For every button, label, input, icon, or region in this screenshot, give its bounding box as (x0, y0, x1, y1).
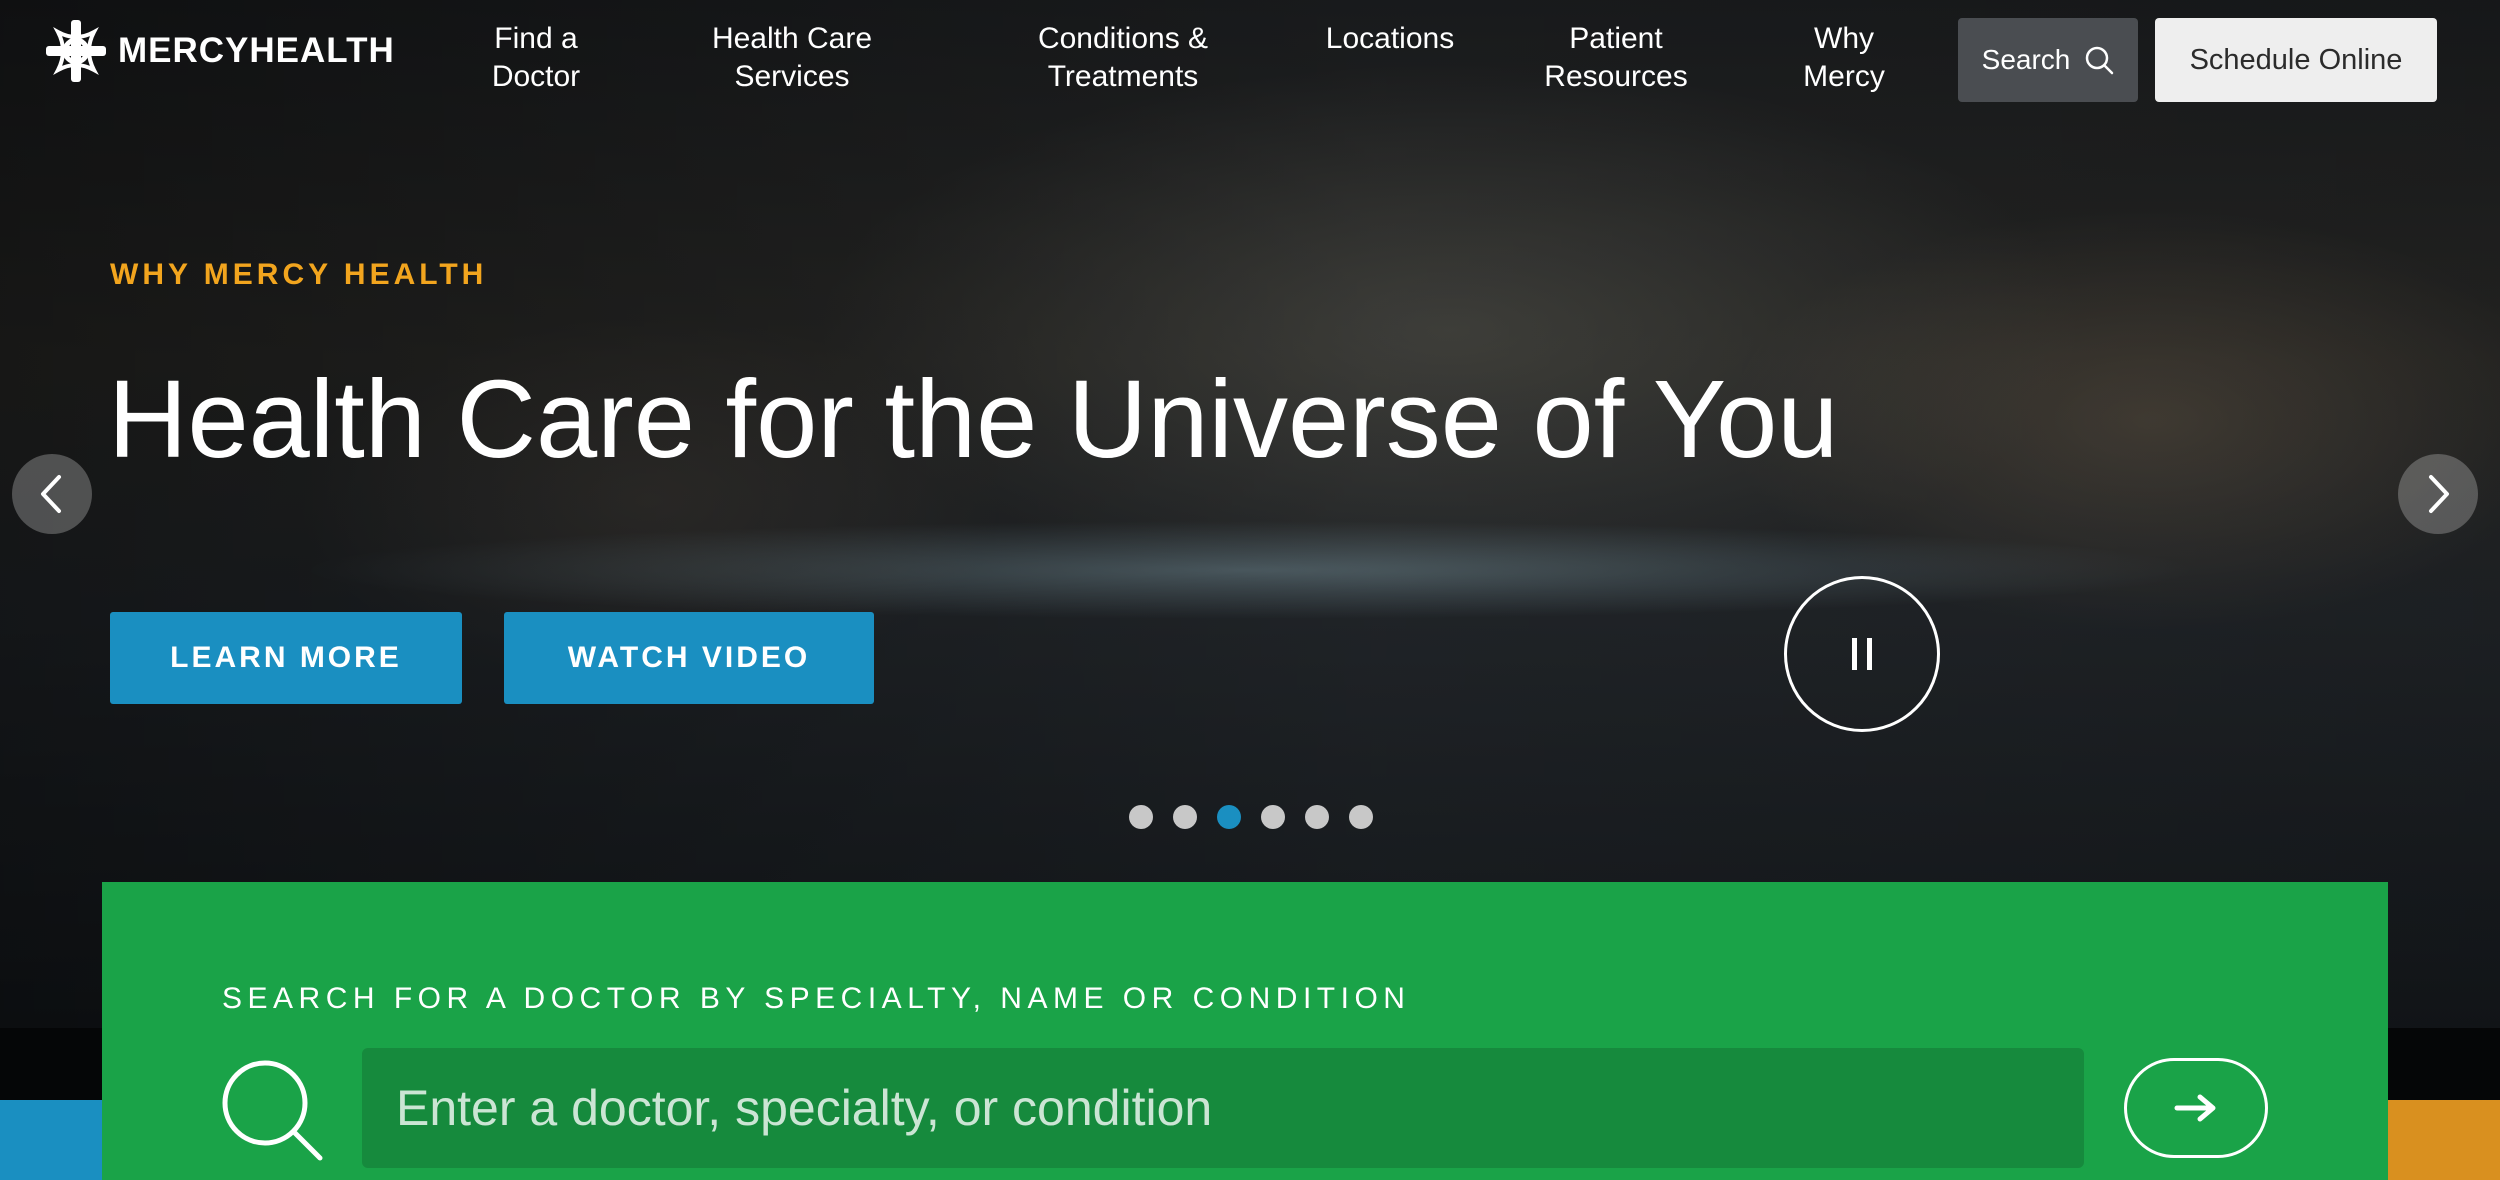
carousel-dot-3[interactable] (1217, 805, 1241, 829)
magnifier-icon (222, 1060, 323, 1161)
nav-locations-line1: Locations (1325, 22, 1455, 55)
carousel-dot-5[interactable] (1305, 805, 1329, 829)
carousel-dot-2[interactable] (1173, 805, 1197, 829)
carousel-prev-button[interactable] (12, 454, 92, 534)
nav-conditions-treatments-line2: Treatments (1047, 60, 1199, 93)
header-search-button[interactable]: Search (1958, 18, 2138, 102)
nav-patient-resources[interactable]: Patient Resources (1528, 20, 1704, 96)
carousel-dots (1129, 805, 1373, 829)
nav-why-mercy[interactable]: Why Mercy (1784, 20, 1904, 96)
carousel-next-button[interactable] (2398, 454, 2478, 534)
nav-find-a-doctor[interactable]: Find a Doctor (472, 20, 600, 96)
chevron-right-icon (2429, 475, 2449, 513)
bottom-blue-strip (0, 1100, 102, 1180)
nav-patient-resources-line2: Resources (1544, 60, 1688, 93)
nav-patient-resources-line1: Patient (1569, 22, 1663, 55)
doctor-search-input[interactable] (362, 1048, 2084, 1168)
carousel-dot-6[interactable] (1349, 805, 1373, 829)
nav-conditions-treatments[interactable]: Conditions & Treatments (1010, 20, 1236, 96)
brand-name: MERCYHEALTH (118, 31, 395, 70)
nav-health-care-services-line2: Services (734, 60, 850, 93)
nav-conditions-treatments-line1: Conditions & (1037, 22, 1209, 55)
nav-find-a-doctor-line1: Find a (494, 22, 578, 55)
nav-locations[interactable]: Locations (1308, 20, 1472, 58)
carousel-dot-4[interactable] (1261, 805, 1285, 829)
arrow-right-icon (2174, 1094, 2216, 1122)
watch-video-button[interactable]: WATCH VIDEO (504, 612, 874, 704)
doctor-search-label: SEARCH FOR A DOCTOR BY SPECIALTY, NAME O… (222, 982, 1411, 1015)
hero-eyebrow: WHY MERCY HEALTH (110, 258, 488, 291)
chevron-left-icon (41, 475, 61, 513)
hero-headline: Health Care for the Universe of You (108, 358, 1839, 481)
hero-banner (0, 0, 2500, 1030)
pause-video-button[interactable] (1784, 576, 1940, 732)
bottom-orange-strip (2388, 1100, 2500, 1180)
nav-why-mercy-line2: Mercy (1803, 60, 1885, 93)
nav-find-a-doctor-line2: Doctor (491, 60, 581, 93)
logo-cross-icon (46, 20, 106, 82)
pause-icon (1852, 638, 1872, 670)
header-search-label: Search (1981, 44, 2071, 75)
brand-logo[interactable]: MERCYHEALTH (46, 20, 395, 82)
hero-shade (0, 0, 2500, 1030)
search-icon (2086, 46, 2114, 75)
nav-health-care-services-line1: Health Care (711, 22, 873, 55)
schedule-online-button[interactable]: Schedule Online (2155, 18, 2437, 102)
doctor-search-submit-button[interactable] (2124, 1058, 2268, 1158)
learn-more-button[interactable]: LEARN MORE (110, 612, 462, 704)
site-header: MERCYHEALTH Find a Doctor Health Care Se… (0, 0, 2500, 120)
nav-health-care-services[interactable]: Health Care Services (692, 20, 892, 96)
nav-why-mercy-line1: Why (1814, 22, 1874, 55)
carousel-dot-1[interactable] (1129, 805, 1153, 829)
doctor-search-panel: SEARCH FOR A DOCTOR BY SPECIALTY, NAME O… (102, 882, 2388, 1180)
